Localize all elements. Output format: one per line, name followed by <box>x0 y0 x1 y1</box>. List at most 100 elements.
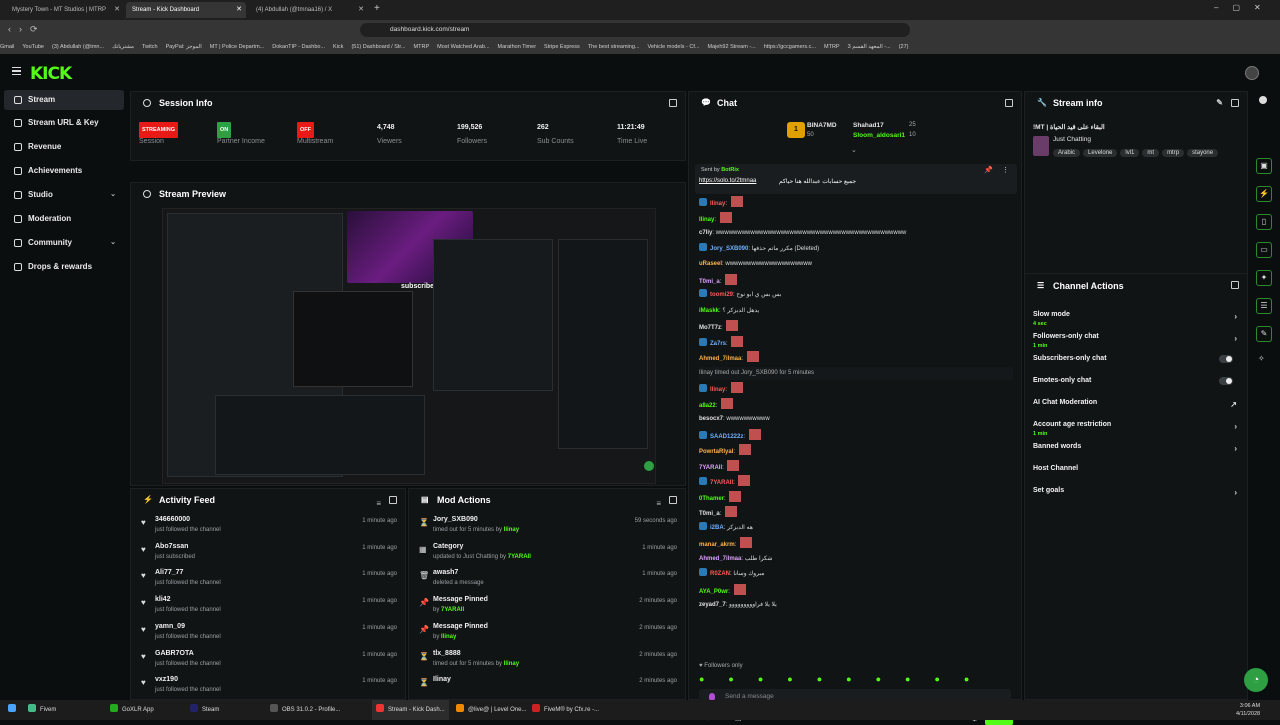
pin-icon[interactable]: 📌 <box>984 166 993 174</box>
window-controls[interactable]: –▢✕ <box>1214 3 1275 12</box>
popout-icon[interactable]: ↗ <box>1230 398 1237 412</box>
chat-message[interactable]: R0ZAN: مبروك وسانا <box>699 568 1013 581</box>
browser-tab-active[interactable]: Stream - Kick Dashboard ✕ <box>126 2 246 18</box>
bookmark-item[interactable]: Twitch <box>142 40 158 54</box>
stream-tag[interactable]: mtrp <box>1162 149 1185 157</box>
chat-message[interactable]: Ilinay timed out Jory_SXB090 for 5 minut… <box>699 366 1013 380</box>
tool-button[interactable]: ▯ <box>1256 214 1272 230</box>
taskbar-item[interactable]: GoXLR App <box>110 700 154 720</box>
popout-icon[interactable] <box>669 99 677 107</box>
chat-username[interactable]: R0ZAN <box>710 571 730 577</box>
chat-username[interactable]: Ahmed_7ilmaa <box>699 556 741 562</box>
stream-tag[interactable]: Levelone <box>1083 149 1118 157</box>
toggle-switch[interactable] <box>1219 355 1233 363</box>
tool-button[interactable]: ✦ <box>1256 270 1272 286</box>
mod-action-row[interactable]: ⏳ Ilinay 2 minutes ago <box>409 673 685 700</box>
chevron-right-icon[interactable]: › <box>1234 442 1237 456</box>
bookmark-item[interactable]: Majeh92 Stream -... <box>707 40 755 54</box>
activity-row[interactable]: ♥ Ali77_77 just followed the channel 1 minu… <box>131 566 405 593</box>
leaderboard-name[interactable]: BINA7MD <box>807 122 837 129</box>
activity-row[interactable]: ♥ kli42 just followed the channel 1 minute … <box>131 593 405 620</box>
bookmark-item[interactable]: (27) <box>899 40 909 54</box>
bookmark-item[interactable]: DokanTIP - Dashbo... <box>272 40 325 54</box>
chat-message[interactable]: T0mi_a: <box>699 273 1013 287</box>
sidebar-item-achievements[interactable]: Achievements <box>4 161 124 181</box>
bookmark-item[interactable]: Stripe Express <box>544 40 580 54</box>
popout-icon[interactable] <box>1231 99 1239 107</box>
activity-row[interactable]: ♥ 346660000 just followed the channel 1 min… <box>131 513 405 540</box>
bookmark-item[interactable]: Gmail <box>0 40 14 54</box>
chat-username[interactable]: iMaskk <box>699 308 719 314</box>
avatar[interactable] <box>1245 66 1259 80</box>
mod-action-row[interactable]: ▦ Category updated to Just Chatting by 7YA… <box>409 540 685 567</box>
chat-message[interactable]: Ilinay: <box>699 382 1013 395</box>
chat-message[interactable]: Ilinay: <box>699 211 1013 225</box>
chat-message[interactable]: T0mi_a: <box>699 506 1013 519</box>
tool-button[interactable]: ⚡ <box>1256 186 1272 202</box>
channel-action-host-channel[interactable]: Host Channel <box>1033 462 1239 482</box>
stream-tag[interactable]: stayone <box>1187 149 1219 157</box>
chat-message[interactable]: i2BA: هه الدبزكر <box>699 521 1013 535</box>
sidebar-item-stream[interactable]: Stream <box>4 90 124 110</box>
chat-username[interactable]: zeyad7_7 <box>699 602 726 608</box>
chat-message[interactable]: AYA_P0wr: <box>699 583 1013 597</box>
taskbar-item[interactable]: Steam <box>190 700 219 720</box>
chevron-right-icon[interactable]: › <box>1234 332 1237 346</box>
filter-icon[interactable]: ≡ <box>656 493 661 515</box>
chat-username[interactable]: Ilinay <box>710 201 725 207</box>
chat-message[interactable]: Ahmed_7ilmaa: <box>699 351 1013 364</box>
bookmark-item[interactable]: (3) Abdullah (@tmn... <box>52 40 104 54</box>
chat-message[interactable]: iMaskk: يدهل الدبزكر ؟ <box>699 305 1013 318</box>
mod-action-row[interactable]: 📌 Message Pinned by Ilinay 2 minutes ago <box>409 620 685 647</box>
chat-message[interactable]: Za7rs: <box>699 335 1013 349</box>
channel-action-banned-words[interactable]: Banned words › <box>1033 440 1239 460</box>
chat-username[interactable]: AYA_P0wr <box>699 589 728 595</box>
chat-message[interactable]: Jory_SXB090: مكرر ماتم حذفها (Deleted) <box>699 242 1013 256</box>
taskbar-item[interactable]: @live@ | Level One... <box>456 700 526 720</box>
taskbar-item[interactable]: OBS 31.0.2 - Profile... <box>270 700 340 720</box>
chat-username[interactable]: 7YARAII <box>710 480 733 486</box>
chevron-right-icon[interactable]: › <box>1234 310 1237 324</box>
chat-username[interactable]: SAAD1222z <box>710 434 743 440</box>
chat-username[interactable]: Ahmed_7ilmaa <box>699 356 741 362</box>
chat-username[interactable]: Za7rs <box>710 341 726 347</box>
bookmark-item[interactable]: Marathon Timer <box>498 40 537 54</box>
chat-username[interactable]: Ilinay <box>710 387 725 393</box>
browser-tab[interactable]: Mystery Town - MT Studios | MTRP ✕ <box>6 2 124 18</box>
nav-buttons[interactable]: ‹›⟳ <box>8 24 46 35</box>
chat-message[interactable]: besocx7: wwwwwwwwww <box>699 413 1013 426</box>
sidebar-item-drops[interactable]: Drops & rewards <box>4 257 124 277</box>
menu-icon[interactable] <box>12 67 21 75</box>
bookmark-item[interactable]: The best streaming... <box>588 40 640 54</box>
bookmark-item[interactable]: https://gccgamers.c... <box>764 40 816 54</box>
taskbar-item[interactable]: Stream - Kick Dash... <box>372 700 449 720</box>
activity-user[interactable]: kli42 <box>155 596 171 603</box>
bookmark-item[interactable]: Kick <box>333 40 343 54</box>
bookmark-item[interactable]: مشترياتك <box>112 40 134 54</box>
tool-button[interactable]: ✎ <box>1256 326 1272 342</box>
stream-category[interactable]: Just Chatting <box>1053 136 1091 143</box>
chat-username[interactable]: toomi29 <box>710 292 733 298</box>
activity-row[interactable]: ♥ vxz190 just followed the channel 1 minute… <box>131 673 405 700</box>
chat-message[interactable]: uRaseel: wwwwwwwwwwwwwwwwwwww <box>699 258 1013 271</box>
stream-tag[interactable]: mt <box>1142 149 1160 157</box>
edit-icon[interactable]: ✎ <box>1216 92 1223 114</box>
chat-username[interactable]: PowrtaRIyal <box>699 449 733 455</box>
pinned-message[interactable]: Sent by BotRix https://solo.to/2tmnaa جم… <box>695 164 1017 194</box>
activity-row[interactable]: ♥ Abo7ssan just subscribed 1 minute ago <box>131 540 405 567</box>
chat-username[interactable]: T0mi_a <box>699 511 720 517</box>
chat-message[interactable]: 7YARAII: <box>699 459 1013 473</box>
chat-message[interactable]: manar_akrm: <box>699 537 1013 550</box>
popout-icon[interactable] <box>1005 99 1013 107</box>
leaderboard-name[interactable]: Shahad17 <box>853 122 884 129</box>
close-icon[interactable]: ✕ <box>236 2 242 18</box>
bookmark-item[interactable]: (51) Dashboard / Str... <box>351 40 405 54</box>
channel-action-slow-mode[interactable]: Slow mode 4 sec › <box>1033 308 1239 328</box>
chat-message[interactable]: a8a22: <box>699 397 1013 411</box>
chat-username[interactable]: a8a22 <box>699 403 716 409</box>
popout-icon[interactable] <box>1231 281 1239 289</box>
chat-message[interactable]: SAAD1222z: <box>699 428 1013 442</box>
chat-username[interactable]: i2BA <box>710 525 724 531</box>
chevron-down-icon[interactable]: ⌄ <box>851 146 857 154</box>
chat-username[interactable]: Ilinay <box>699 217 714 223</box>
